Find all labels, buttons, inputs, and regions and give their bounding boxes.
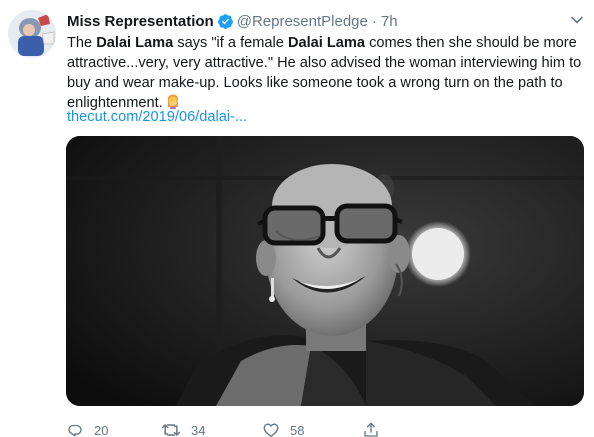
text-bold: Dalai Lama	[287, 35, 366, 51]
tweet[interactable]: Miss Representation @RepresentPledge · 7…	[0, 0, 594, 437]
share-icon	[362, 421, 380, 437]
share-button[interactable]	[362, 421, 380, 437]
reply-icon	[66, 421, 84, 437]
verified-badge-icon	[217, 13, 234, 30]
like-button[interactable]: 58	[262, 421, 304, 437]
tweet-photo[interactable]	[66, 136, 584, 406]
retweet-icon	[161, 421, 181, 437]
heart-icon	[262, 421, 280, 437]
reply-count: 20	[94, 422, 109, 437]
timestamp[interactable]: 7h	[381, 13, 398, 30]
reply-button[interactable]: 20	[66, 421, 108, 437]
retweet-count: 34	[191, 422, 206, 437]
more-options-chevron-down-icon[interactable]	[566, 9, 588, 31]
text-part: The	[67, 35, 97, 51]
retweet-button[interactable]: 34	[161, 421, 205, 437]
text-bold: Dalai Lama	[96, 35, 174, 51]
display-name[interactable]: Miss Representation	[67, 13, 214, 30]
tweet-text: The Dalai Lama says "if a female Dalai L…	[67, 33, 587, 113]
user-handle[interactable]: @RepresentPledge	[237, 13, 368, 30]
tweet-actions: 20 34 58	[66, 421, 426, 437]
article-link[interactable]: thecut.com/2019/06/dalai-...	[67, 107, 247, 127]
tweet-header: Miss Representation @RepresentPledge · 7…	[67, 11, 398, 31]
avatar[interactable]	[8, 10, 56, 58]
like-count: 58	[290, 422, 305, 437]
text-part: says "if a female	[173, 35, 288, 51]
separator-dot: ·	[371, 12, 377, 30]
